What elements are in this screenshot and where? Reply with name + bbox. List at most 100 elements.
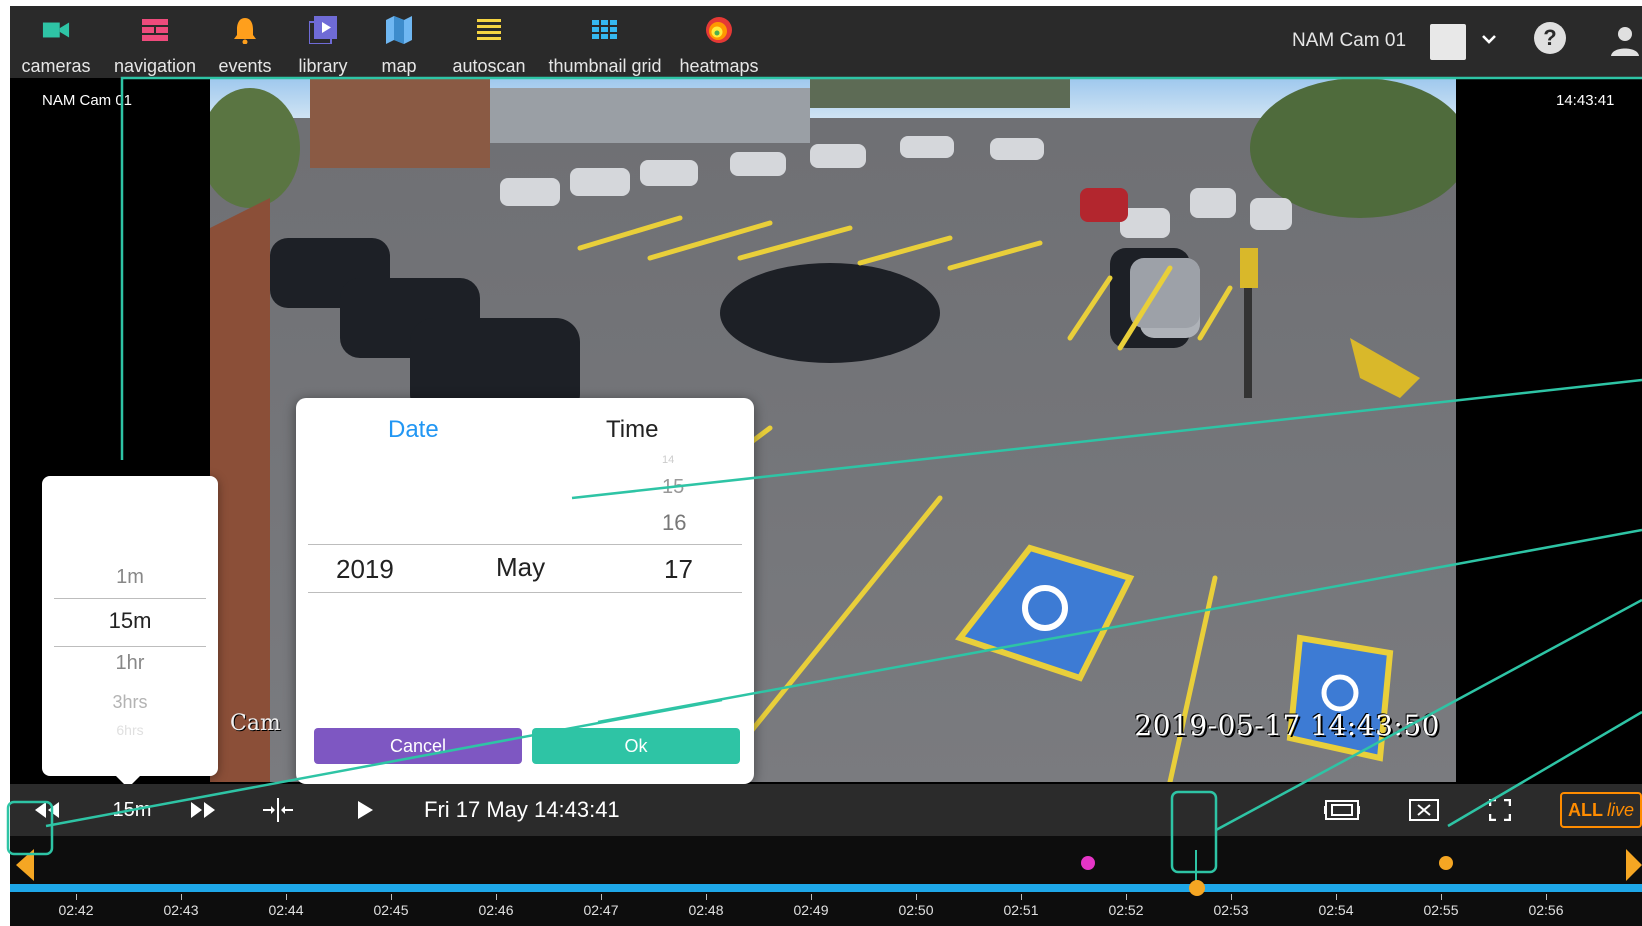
- live-button[interactable]: ALL live: [1560, 792, 1642, 828]
- app-window: cameras navigation events library map au…: [10, 6, 1642, 926]
- fast-forward-icon[interactable]: [188, 794, 218, 826]
- timeline-tick: [811, 894, 812, 900]
- timeline-tick: [286, 894, 287, 900]
- nav-library[interactable]: library: [290, 12, 356, 76]
- nav-label: cameras: [21, 56, 91, 76]
- zoom-option[interactable]: 1m: [42, 566, 218, 589]
- nav-autoscan[interactable]: autoscan: [444, 12, 534, 76]
- timeline-tick-label: 02:42: [58, 902, 94, 918]
- chevron-down-icon[interactable]: [1478, 28, 1500, 50]
- timeline-tick-label: 02:53: [1213, 902, 1249, 918]
- timeline-tick: [601, 894, 602, 900]
- timeline-scroll-left-icon[interactable]: [14, 848, 36, 887]
- timeline-tick: [391, 894, 392, 900]
- timeline-tick-label: 02:48: [688, 902, 724, 918]
- nav-label: navigation: [113, 56, 197, 76]
- event-marker[interactable]: [1439, 856, 1453, 870]
- zoom-option[interactable]: 6hrs: [42, 722, 218, 738]
- day-wheel-item[interactable]: 16: [662, 510, 686, 536]
- rewind-icon[interactable]: [32, 794, 62, 826]
- timeline-tick: [1546, 894, 1547, 900]
- nav-heatmaps[interactable]: heatmaps: [676, 12, 762, 76]
- timeline-tick-label: 02:43: [163, 902, 199, 918]
- timeline-tick-label: 02:46: [478, 902, 514, 918]
- filmstrip-icon[interactable]: [1322, 794, 1362, 826]
- zoom-picker-popup[interactable]: 1m 15m 1hr 3hrs 6hrs: [42, 476, 218, 788]
- nav-label: events: [218, 56, 272, 76]
- timeline-tick: [1126, 894, 1127, 900]
- timeline-tick-label: 02:47: [583, 902, 619, 918]
- nav-cameras[interactable]: cameras: [10, 12, 102, 76]
- nav-navigation[interactable]: navigation: [108, 12, 202, 76]
- zoom-option[interactable]: 3hrs: [42, 692, 218, 713]
- video-viewport[interactable]: NAM Cam 01 14:43:41 Cam 2019-05-17 14:43…: [10, 78, 1642, 784]
- timeline[interactable]: 02:42 02:43 02:44 02:45 02:46 02:47 02:48 02:49…: [10, 836, 1642, 926]
- nav-events[interactable]: events: [214, 12, 276, 76]
- tab-time[interactable]: Time: [606, 416, 658, 444]
- bell-icon: [231, 16, 259, 44]
- user-icon[interactable]: [1608, 24, 1642, 58]
- viewport-camera-label: NAM Cam 01: [42, 92, 133, 109]
- nav-thumbnail-grid[interactable]: thumbnail grid: [542, 12, 668, 76]
- timeline-tick-label: 02:44: [268, 902, 304, 918]
- camera-icon: [42, 16, 70, 44]
- year-value[interactable]: 2019: [336, 554, 394, 585]
- video-library-icon: [309, 16, 337, 44]
- timeline-tick: [706, 894, 707, 900]
- timeline-tick-label: 02:45: [373, 902, 409, 918]
- playback-controls: 15m Fri 17 May 14:43:41 ALL live: [10, 784, 1642, 836]
- live-label: live: [1606, 799, 1634, 820]
- timeline-tick-label: 02:49: [793, 902, 829, 918]
- zoom-option[interactable]: 1hr: [42, 652, 218, 675]
- osd-camera-label: Cam: [230, 711, 281, 736]
- timeline-tick: [76, 894, 77, 900]
- timeline-tick: [181, 894, 182, 900]
- zoom-option-selected[interactable]: 15m: [42, 608, 218, 634]
- nav-map[interactable]: map: [376, 12, 422, 76]
- timeline-tick-label: 02:50: [898, 902, 934, 918]
- divider: [54, 598, 206, 599]
- thumbnail-grid-icon: [591, 16, 619, 44]
- cancel-button[interactable]: Cancel: [314, 728, 522, 764]
- timeline-tick: [1231, 894, 1232, 900]
- day-value[interactable]: 17: [664, 554, 693, 585]
- timeline-tick-label: 02:56: [1528, 902, 1564, 918]
- timeline-tick-label: 02:51: [1003, 902, 1039, 918]
- ok-button[interactable]: Ok: [532, 728, 740, 764]
- top-toolbar: cameras navigation events library map au…: [10, 6, 1642, 78]
- timeline-tick-label: 02:52: [1108, 902, 1144, 918]
- day-wheel-item[interactable]: 14: [662, 454, 674, 466]
- current-datetime-button[interactable]: Fri 17 May 14:43:41: [424, 794, 684, 826]
- heatmap-icon: [705, 16, 733, 44]
- zoom-level-button[interactable]: 15m: [102, 794, 162, 826]
- event-marker[interactable]: [1081, 856, 1095, 870]
- day-wheel-item[interactable]: 15: [662, 476, 684, 499]
- divider: [54, 646, 206, 647]
- camera-thumbnail[interactable]: [1430, 24, 1466, 60]
- sync-cursor-icon[interactable]: [260, 794, 296, 826]
- viewport-time: 14:43:41: [1556, 92, 1615, 109]
- timeline-tick-label: 02:54: [1318, 902, 1354, 918]
- grid-layout-icon: [141, 16, 169, 44]
- fullscreen-icon[interactable]: [1484, 794, 1516, 826]
- timeline-tick-label: 02:55: [1423, 902, 1459, 918]
- tab-date[interactable]: Date: [388, 416, 439, 444]
- playhead-handle[interactable]: [1189, 880, 1205, 896]
- nav-label: map: [381, 56, 417, 76]
- export-clip-icon[interactable]: [1406, 794, 1442, 826]
- timeline-tick: [496, 894, 497, 900]
- timeline-tick: [1441, 894, 1442, 900]
- month-value[interactable]: May: [496, 552, 545, 583]
- timeline-tick: [916, 894, 917, 900]
- map-icon: [385, 16, 413, 44]
- nav-label: library: [298, 56, 348, 76]
- nav-label: autoscan: [452, 56, 526, 76]
- play-icon[interactable]: [352, 794, 378, 826]
- datetime-picker-dialog: Date Time 14 15 16 2019 May 17 Cancel Ok: [296, 398, 754, 796]
- help-button[interactable]: ?: [1534, 22, 1566, 54]
- nav-label: heatmaps: [679, 56, 759, 76]
- live-all-label: ALL: [1567, 799, 1603, 820]
- timeline-scroll-right-icon[interactable]: [1624, 848, 1642, 887]
- osd-timestamp: 2019-05-17 14:43:50: [1134, 709, 1440, 742]
- recording-track[interactable]: [10, 884, 1642, 892]
